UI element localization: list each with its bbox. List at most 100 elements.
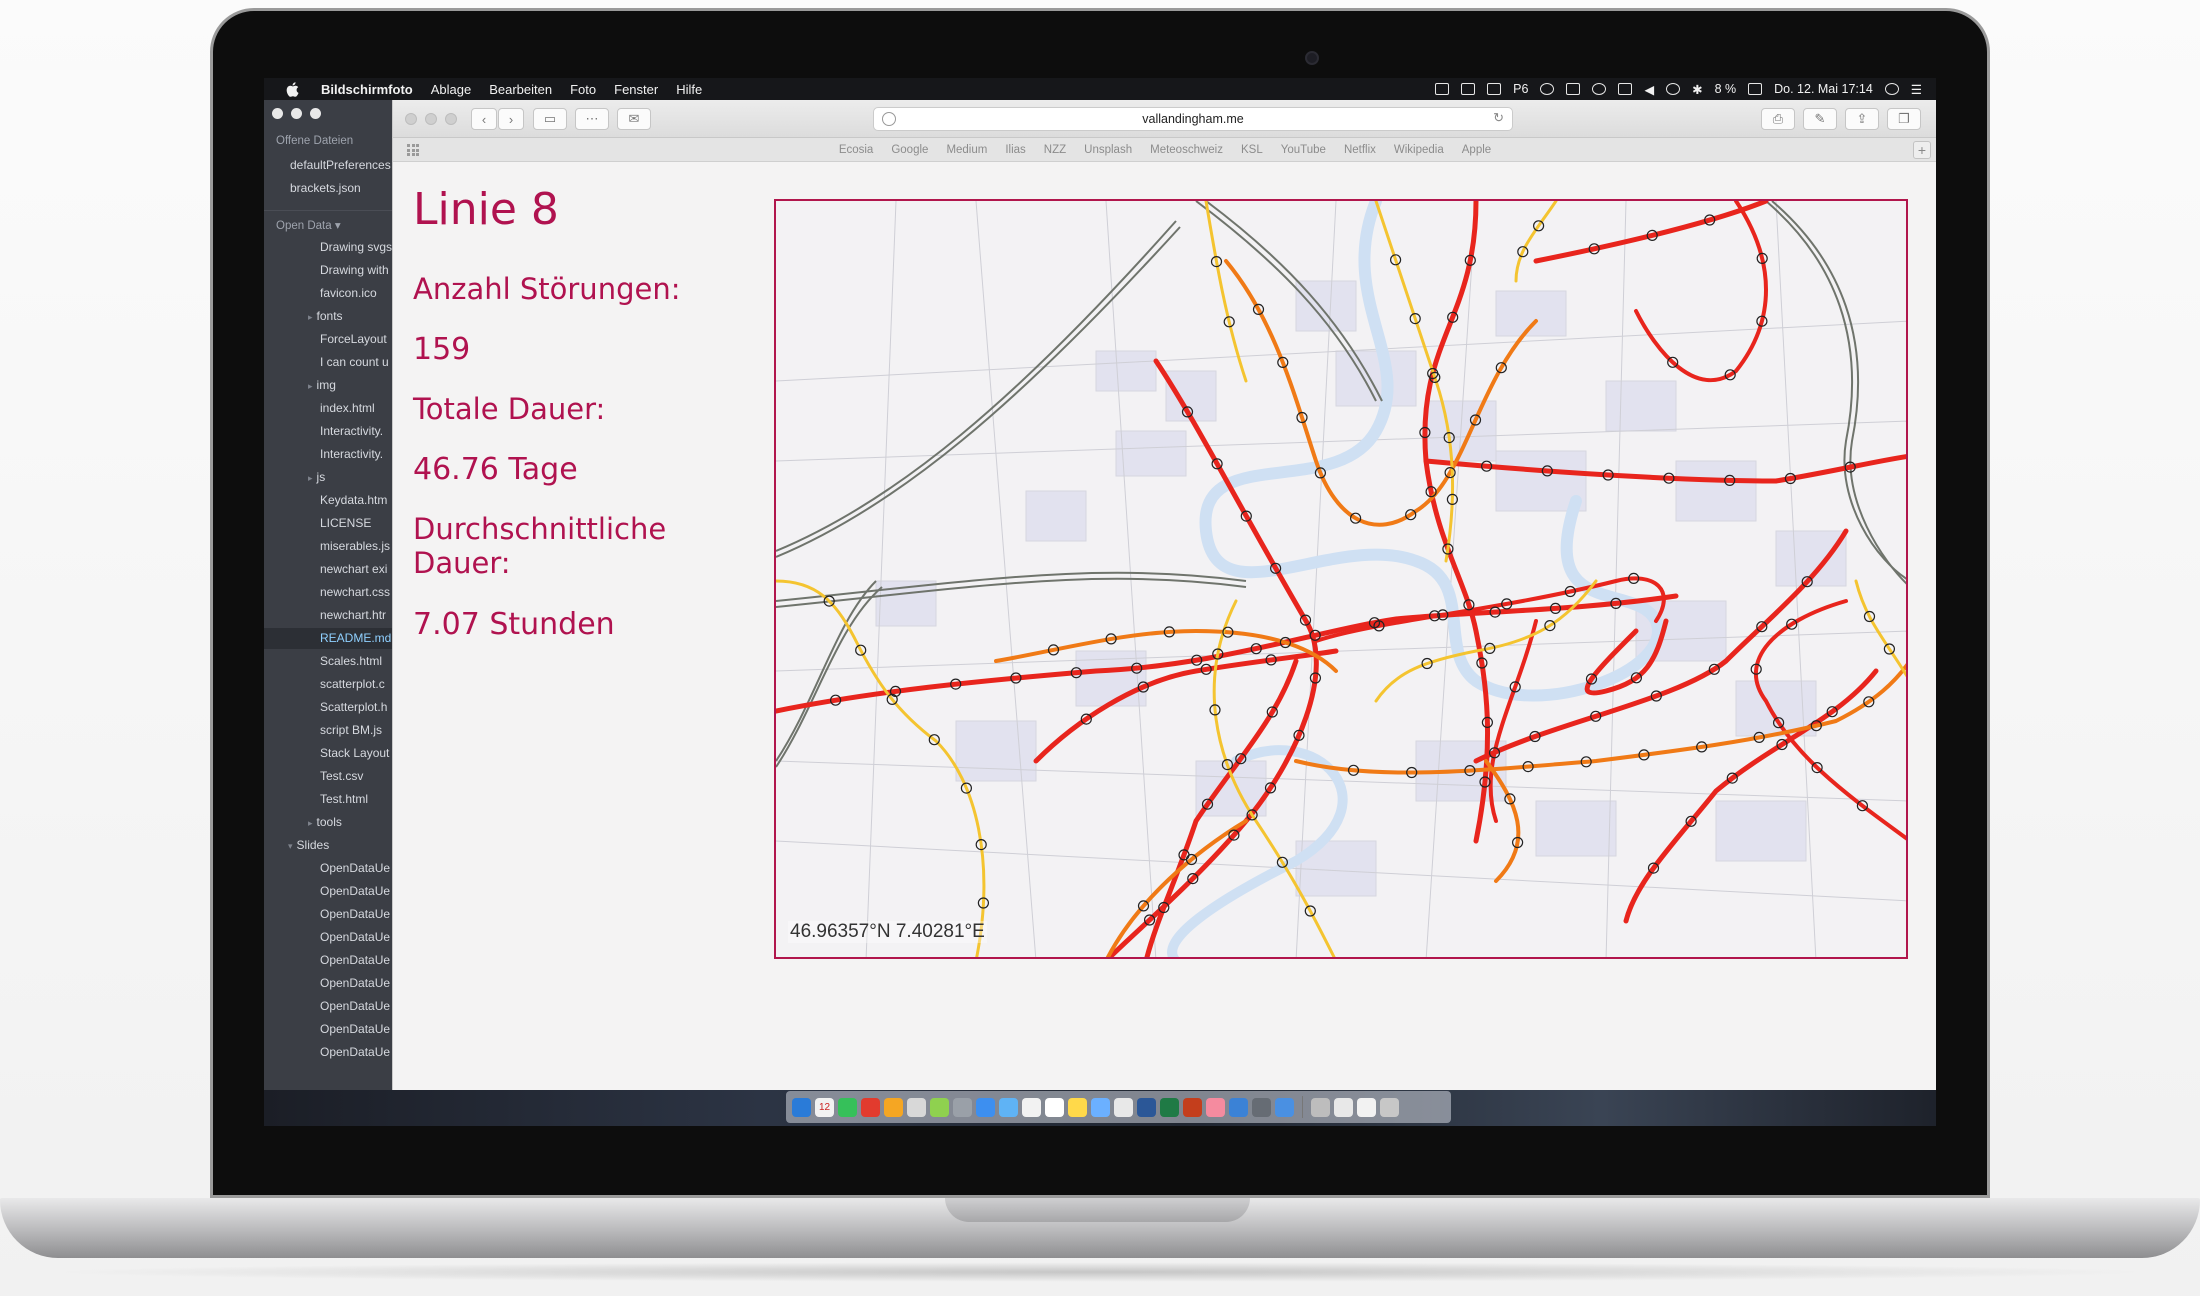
favorite-link[interactable]: Meteoschweiz [1150,144,1223,156]
dock-app-icon[interactable] [1229,1097,1248,1117]
tree-file-item[interactable]: OpenDataUe [320,999,390,1013]
dock-app-icon[interactable] [1137,1097,1156,1117]
map[interactable]: 46.96357°N 7.40281°E [774,199,1908,959]
menu-ablage[interactable]: Ablage [422,82,480,97]
dock-app-icon[interactable] [1045,1097,1064,1117]
tree-file-item[interactable]: Drawing with [320,263,389,277]
tree-file-item[interactable]: Interactivity. [320,424,383,438]
dock-app-icon[interactable] [1357,1097,1376,1117]
tree-file-item[interactable]: Scales.html [320,654,382,668]
reload-icon[interactable]: ↻ [1493,110,1504,126]
close-icon[interactable] [272,108,283,119]
project-header[interactable]: Open Data ▾ [276,218,341,232]
top-sites-icon[interactable] [407,144,419,156]
privacy-icon[interactable] [882,112,896,126]
favorite-link[interactable]: Medium [946,144,987,156]
dock-app-icon[interactable] [976,1097,995,1117]
dock-app-icon[interactable] [1252,1097,1271,1117]
favorite-link[interactable]: Unsplash [1084,144,1132,156]
folder-item[interactable]: ▾ Slides [288,838,329,852]
tree-file-item[interactable]: Stack Layout [320,746,389,760]
menu-foto[interactable]: Foto [561,82,605,97]
dock-app-icon[interactable] [838,1097,857,1117]
folder-item[interactable]: ▸ fonts [308,309,343,323]
tree-file-item[interactable]: index.html [320,401,375,415]
dock-app-icon[interactable] [1091,1097,1110,1117]
close-icon[interactable] [405,113,417,125]
dock-app-icon[interactable] [1275,1097,1294,1117]
menu-fenster[interactable]: Fenster [605,82,667,97]
spotlight-icon[interactable] [1884,83,1899,95]
dock-app-icon[interactable] [884,1097,903,1117]
dock-app-icon[interactable] [1068,1097,1087,1117]
bluetooth-icon[interactable]: ✱ [1692,82,1702,97]
tree-file-item[interactable]: OpenDataUe [320,930,390,944]
tree-file-item[interactable]: OpenDataUe [320,884,390,898]
tabs-icon[interactable]: ❐ [1887,108,1921,130]
badge-count[interactable]: P6 [1513,82,1528,96]
transit-line[interactable] [1314,576,1666,643]
menu-app-name[interactable]: Bildschirmfoto [312,82,422,97]
dock-app-icon[interactable] [907,1097,926,1117]
dock-app-icon[interactable] [792,1097,811,1117]
dock-app-icon[interactable] [953,1097,972,1117]
mail-icon[interactable]: ✉ [617,108,651,130]
menu-extra-icon[interactable] [1487,83,1502,95]
zoom-icon[interactable] [310,108,321,119]
favorite-link[interactable]: Wikipedia [1394,144,1444,156]
tree-file-item[interactable]: OpenDataUe [320,861,390,875]
tree-file-item[interactable]: LICENSE [320,516,371,530]
tree-file-item[interactable]: scatterplot.c [320,677,385,691]
time-machine-icon[interactable] [1666,83,1681,95]
minimize-icon[interactable] [291,108,302,119]
menu-bearbeiten[interactable]: Bearbeiten [480,82,561,97]
tree-file-item[interactable]: OpenDataUe [320,1045,390,1059]
dock-app-icon[interactable] [1311,1097,1330,1117]
tree-file-item[interactable]: OpenDataUe [320,907,390,921]
tree-file-item[interactable]: Drawing svgs [320,240,392,254]
tree-file-item[interactable]: OpenDataUe [320,1022,390,1036]
forward-button[interactable]: › [498,108,524,130]
favorite-link[interactable]: Google [891,144,928,156]
dock-app-icon[interactable] [1183,1097,1202,1117]
tree-file-item[interactable]: Keydata.htm [320,493,387,507]
trash-icon[interactable] [1380,1097,1399,1117]
tree-file-item[interactable]: newchart.htr [320,608,386,622]
dock-app-icon[interactable] [1206,1097,1225,1117]
transit-line[interactable] [1514,201,1558,283]
calendar-icon[interactable]: 12 [815,1097,834,1117]
volume-icon[interactable]: ◀ [1644,82,1654,97]
print-icon[interactable]: ⎙ [1761,108,1795,130]
dock-app-icon[interactable] [1114,1097,1133,1117]
display-icon[interactable] [1618,83,1633,95]
folder-item[interactable]: ▸ js [308,470,325,484]
clock[interactable]: Do. 12. Mai 17:14 [1774,82,1873,96]
tree-file-item[interactable]: I can count u [320,355,389,369]
open-file-item[interactable]: defaultPreferences [290,158,391,172]
annotate-icon[interactable]: ✎ [1803,108,1837,130]
tree-file-item[interactable]: ForceLayout [320,332,387,346]
tree-file-item[interactable]: Scatterplot.h [320,700,387,714]
tree-file-item[interactable]: miserables.js [320,539,390,553]
favorite-link[interactable]: Ecosia [839,144,874,156]
dock-app-icon[interactable] [1334,1097,1353,1117]
dock-app-icon[interactable] [930,1097,949,1117]
sidebar-toggle-icon[interactable]: ▭ [533,108,567,130]
tree-file-item[interactable]: script BM.js [320,723,382,737]
address-bar[interactable]: vallandingham.me ↻ [873,107,1513,131]
notification-center-icon[interactable]: ☰ [1911,82,1922,97]
drive-icon[interactable] [1461,83,1476,95]
battery-icon[interactable] [1748,83,1763,95]
tree-file-item[interactable]: favicon.ico [320,286,377,300]
share-icon[interactable]: ⇪ [1845,108,1879,130]
dock-app-icon[interactable] [1160,1097,1179,1117]
map-canvas[interactable] [776,201,1908,959]
battery-percent[interactable]: 8 % [1715,82,1737,96]
tree-file-item[interactable]: OpenDataUe [320,953,390,967]
tree-file-item[interactable]: README.md [320,631,391,645]
favorite-link[interactable]: KSL [1241,144,1263,156]
wifi-icon[interactable] [1592,83,1607,95]
transit-line[interactable] [776,579,986,959]
grid-icon[interactable]: ⋯ [575,108,609,130]
open-file-item[interactable]: brackets.json [290,181,361,195]
